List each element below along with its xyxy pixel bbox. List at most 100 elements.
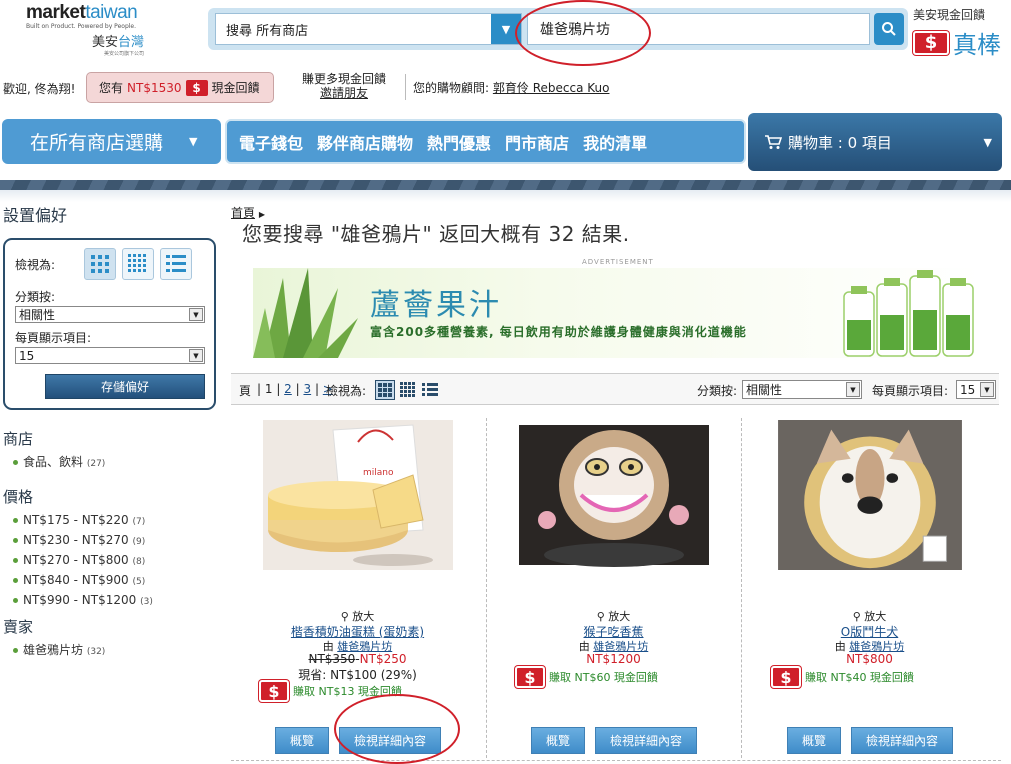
overview-button[interactable]: 概覽: [275, 727, 329, 754]
advisor-link[interactable]: 郭育伶 Rebecca Kuo: [493, 81, 610, 95]
sort-label: 分類按:: [15, 290, 56, 304]
view-list-button[interactable]: [160, 248, 192, 280]
page-1[interactable]: 1: [265, 382, 273, 396]
logo-wordmark: markettaiwan: [26, 2, 138, 23]
annotation-circle: [515, 0, 651, 66]
chevron-down-icon: ▼: [189, 135, 198, 148]
chevron-down-icon: ▼: [980, 382, 994, 397]
grid-bottom-divider: [231, 760, 1001, 761]
per-page-select[interactable]: 15 ▼: [15, 347, 205, 364]
filter-price-4[interactable]: NT$840 - NT$900 (5): [13, 571, 153, 591]
aloe-plant-image: [253, 268, 358, 358]
card-divider: [741, 418, 742, 758]
product-image-monkey-cake[interactable]: [519, 420, 709, 570]
site-logo[interactable]: markettaiwan Built on Product. Powered b…: [26, 2, 148, 64]
ad-label: ADVERTISEMENT: [582, 258, 654, 266]
per-page-select[interactable]: 15 ▼: [956, 380, 996, 399]
store-scope-select[interactable]: 搜尋 所有商店 ▼: [215, 13, 522, 45]
advisor-label: 您的購物顧問:: [413, 81, 490, 95]
earn-cashback: $ 賺取 NT$60 現金回饋: [515, 666, 658, 688]
result-count: 32: [548, 222, 575, 246]
page-2[interactable]: 2: [284, 382, 292, 396]
sort-select[interactable]: 相關性 ▼: [742, 380, 862, 399]
per-page-value: 15: [19, 348, 35, 363]
overview-button[interactable]: 概覽: [531, 727, 585, 754]
pager-bar: 頁 | 1 | 2 | 3 | > 檢視為: 分類按: 相關性 ▼ 每頁顯示項目:…: [231, 373, 999, 405]
view-details-button[interactable]: 檢視詳細內容: [595, 727, 697, 754]
cart-icon: [765, 135, 782, 149]
filter-price-2[interactable]: NT$230 - NT$270 (9): [13, 531, 153, 551]
pagination: | 1 | 2 | 3 | >: [257, 382, 333, 396]
invite-link[interactable]: 邀請朋友: [320, 86, 368, 100]
store-scope-value: 搜尋 所有商店: [226, 23, 309, 39]
zoom-link[interactable]: ⚲ 放大: [231, 608, 484, 624]
cart-label: 購物車 : 0 項目: [788, 133, 892, 152]
per-page-label: 每頁顯示項目:: [15, 331, 92, 345]
sale-price: NT$250: [359, 652, 407, 666]
seller-heading: 賣家: [3, 618, 34, 636]
sort-value: 相關性: [746, 383, 783, 397]
list-icon: [166, 255, 186, 272]
invite-friends[interactable]: 賺更多現金回饋 邀請朋友: [299, 72, 389, 100]
view-small-grid-button[interactable]: [398, 380, 418, 400]
search-icon: [882, 22, 896, 36]
cashback-word: 真棒: [953, 31, 1001, 59]
filter-seller[interactable]: 雄爸鴉片坊 (32): [13, 641, 105, 661]
page-3[interactable]: 3: [303, 382, 311, 396]
product-card: ⚲ 放大 O版鬥牛犬 由 雄爸鴉片坊 NT$800 $ 賺取 NT$40 現金回饋…: [743, 415, 996, 764]
balance-suffix: 現金回饋: [211, 81, 260, 95]
product-price: NT$350-NT$250: [308, 652, 407, 666]
product-card: ⚲ 放大 猴子吃香蕉 由 雄爸鴉片坊 NT$1200 $ 賺取 NT$60 現金回…: [487, 415, 740, 764]
grid-large-icon: [91, 255, 109, 273]
dollar-icon: $: [515, 666, 545, 688]
welcome-text: 歡迎, 佟為翔!: [3, 82, 76, 96]
chevron-down-icon: ▼: [189, 349, 203, 362]
sale-price: NT$800: [846, 652, 893, 666]
zoom-icon: ⚲: [596, 610, 605, 623]
preferences-box: 檢視為: 分類按: 相關性 ▼ 每頁顯示項目: 15 ▼ 存儲偏好: [3, 238, 216, 410]
per-page-label: 每頁顯示項目:: [872, 384, 949, 398]
grid-large-icon: [378, 383, 392, 397]
view-large-grid-button[interactable]: [375, 380, 395, 400]
nav-item-ewallet[interactable]: 電子錢包: [239, 130, 303, 154]
dollar-icon: $: [771, 666, 801, 688]
annotation-circle: [334, 694, 460, 764]
nav-item-my-lists[interactable]: 我的清單: [583, 130, 647, 154]
sort-select[interactable]: 相關性 ▼: [15, 306, 205, 323]
filter-store-food[interactable]: 食品、飲料 (27): [13, 453, 105, 473]
filter-price-3[interactable]: NT$270 - NT$800 (8): [13, 551, 153, 571]
advisor: 您的購物顧問: 郭育伶 Rebecca Kuo: [413, 79, 609, 96]
cart-button[interactable]: 購物車 : 0 項目 ▼: [748, 113, 1002, 171]
view-label: 檢視為:: [326, 384, 367, 398]
view-list-button[interactable]: [420, 380, 440, 400]
old-price: NT$350: [308, 652, 356, 666]
save-preferences-button[interactable]: 存儲偏好: [45, 374, 205, 399]
nav-item-hot-deals[interactable]: 熱門優惠: [427, 130, 491, 154]
ad-banner[interactable]: 蘆薈果汁 富含200多種營養素, 每日飲用有助於維護身體健康與消化道機能: [253, 268, 981, 358]
nav-item-partner-stores[interactable]: 夥伴商店購物: [317, 130, 413, 154]
chevron-down-icon: ▼: [189, 308, 203, 321]
cashback-balance[interactable]: 您有 NT$1530 $ 現金回饋: [86, 72, 274, 103]
zoom-link[interactable]: ⚲ 放大: [487, 608, 740, 624]
zoom-link[interactable]: ⚲ 放大: [743, 608, 996, 624]
product-image-cake[interactable]: milano: [263, 420, 453, 570]
logo-cn: 美安台灣: [91, 35, 144, 50]
view-small-grid-button[interactable]: [122, 248, 154, 280]
view-details-button[interactable]: 檢視詳細內容: [851, 727, 953, 754]
view-label: 檢視為:: [15, 258, 56, 272]
grid-small-icon: [128, 254, 146, 272]
overview-button[interactable]: 概覽: [787, 727, 841, 754]
view-large-grid-button[interactable]: [84, 248, 116, 280]
balance-prefix: 您有: [99, 81, 124, 95]
product-image-bulldog-cake[interactable]: [775, 420, 965, 570]
earn-cashback: $ 賺取 NT$40 現金回饋: [771, 666, 914, 688]
dollar-icon: $: [185, 79, 208, 96]
filter-price-5[interactable]: NT$990 - NT$1200 (3): [13, 591, 153, 611]
cashback-title: 美安現金回饋: [913, 8, 986, 22]
nav-item-retail-stores[interactable]: 門市商店: [505, 130, 569, 154]
search-button[interactable]: [874, 13, 904, 45]
all-stores-menu[interactable]: 在所有商店選購 ▼: [2, 119, 221, 164]
filter-price-1[interactable]: NT$175 - NT$220 (7): [13, 511, 153, 531]
logo-sub: 美安公司旗下公司: [103, 51, 144, 57]
per-page-value: 15: [960, 382, 976, 397]
